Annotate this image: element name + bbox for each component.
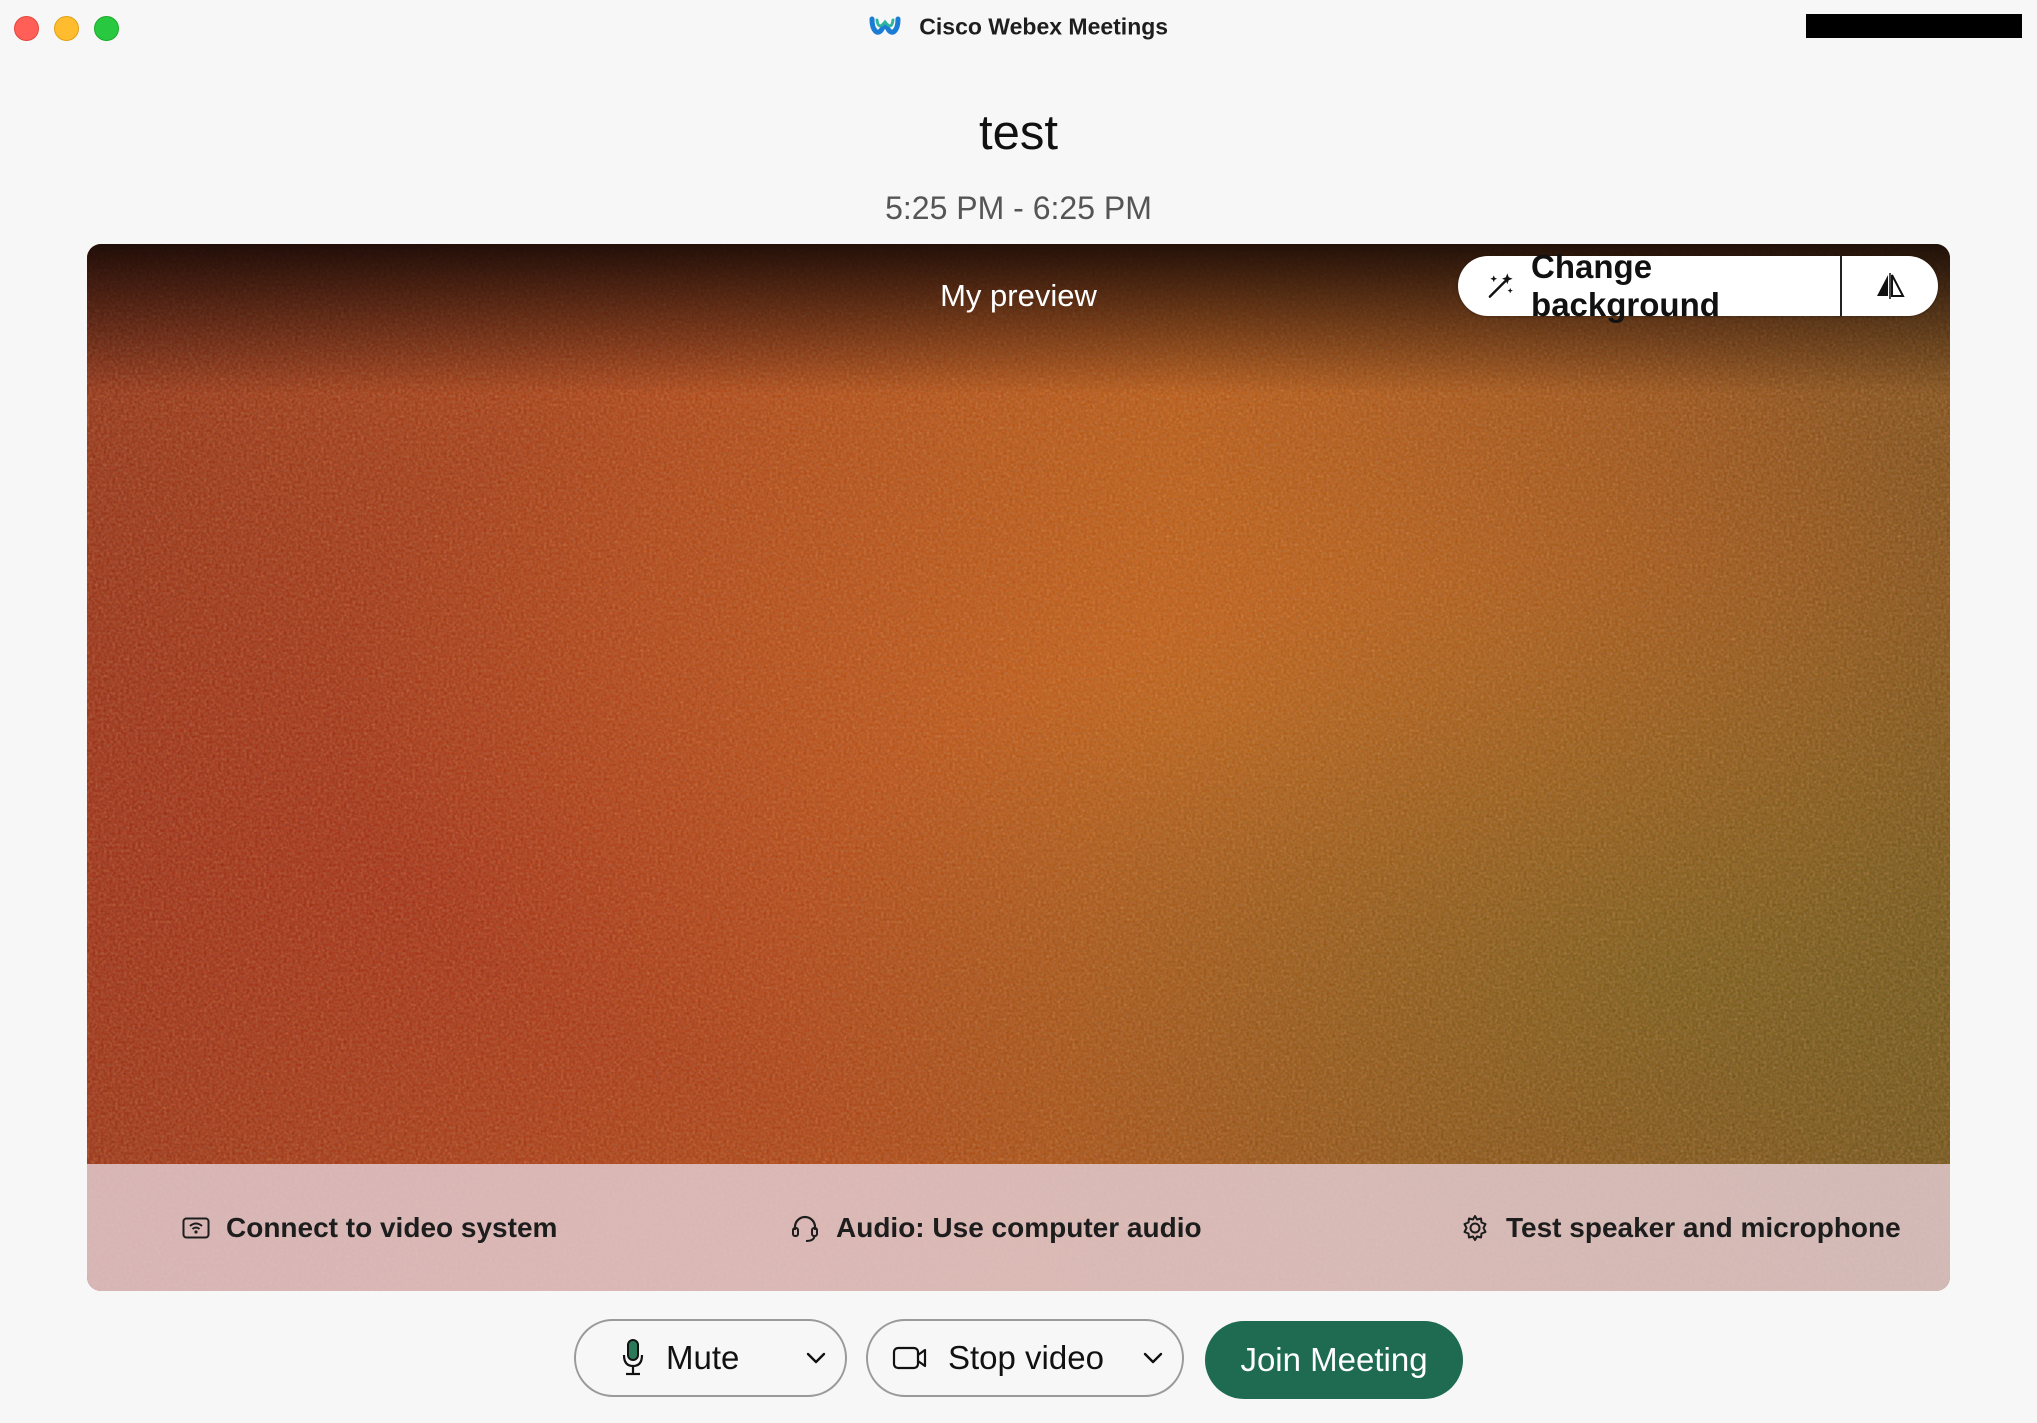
mirror-icon	[1877, 273, 1905, 299]
gear-icon	[1463, 1215, 1487, 1241]
meeting-options-bar: Connect to video system Audio: Use compu…	[87, 1164, 1950, 1291]
title-bar: Cisco Webex Meetings	[0, 0, 2037, 56]
chevron-down-icon[interactable]	[1138, 1343, 1168, 1373]
meeting-time: 5:25 PM - 6:25 PM	[885, 190, 1152, 226]
redacted-area	[1806, 14, 2022, 38]
video-preview: My preview Change background Connect to …	[87, 244, 1950, 1291]
stop-video-main[interactable]: Stop video	[892, 1339, 1104, 1377]
webex-logo-icon	[869, 16, 901, 35]
audio-option-button[interactable]: Audio: Use computer audio	[790, 1212, 1202, 1244]
video-system-icon	[182, 1217, 210, 1239]
mute-label: Mute	[666, 1339, 740, 1376]
app-title-area: Cisco Webex Meetings	[0, 12, 2037, 40]
preview-noise-texture	[87, 244, 1950, 1291]
magic-wand-icon	[1488, 273, 1513, 298]
connect-video-system-label: Connect to video system	[226, 1212, 558, 1243]
background-button-group: Change background	[1458, 248, 1938, 323]
change-background-label: Change background	[1531, 248, 1720, 323]
headset-icon	[792, 1215, 818, 1242]
audio-option-label: Audio: Use computer audio	[836, 1212, 1202, 1243]
mute-main[interactable]: Mute	[620, 1338, 739, 1378]
test-speaker-microphone-label: Test speaker and microphone	[1506, 1212, 1901, 1243]
meeting-controls: Mute Stop video Join Meeting	[0, 1319, 2037, 1401]
meeting-title: test	[979, 106, 1058, 160]
chevron-down-icon[interactable]	[801, 1343, 831, 1373]
join-meeting-button[interactable]: Join Meeting	[1205, 1321, 1463, 1399]
test-speaker-microphone-button[interactable]: Test speaker and microphone	[1460, 1212, 1901, 1244]
connect-video-system-button[interactable]: Connect to video system	[182, 1212, 557, 1244]
app-title: Cisco Webex Meetings	[919, 13, 1169, 40]
stop-video-label: Stop video	[948, 1339, 1104, 1376]
change-background-button[interactable]: Change background	[1458, 248, 1842, 323]
mirror-video-button[interactable]	[1842, 256, 1938, 316]
camera-icon	[892, 1346, 927, 1370]
microphone-icon	[622, 1339, 644, 1376]
stop-video-button[interactable]: Stop video	[866, 1319, 1184, 1397]
mute-button[interactable]: Mute	[574, 1319, 847, 1397]
